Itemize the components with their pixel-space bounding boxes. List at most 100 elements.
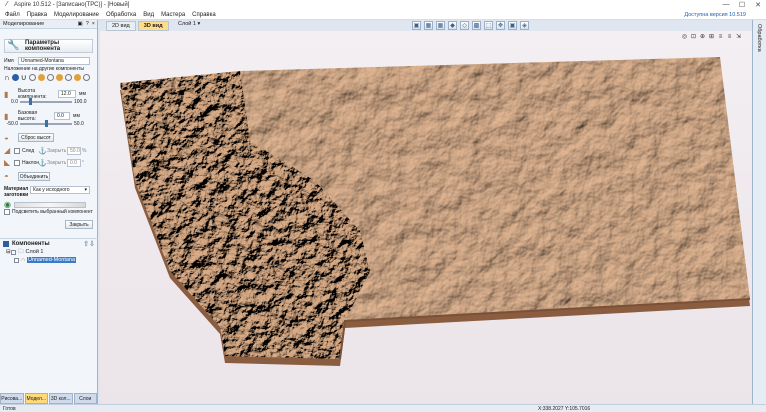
highlight-row: Подсветить выбранный компонент — [4, 209, 93, 215]
tab-layers[interactable]: Слои — [73, 393, 97, 404]
close-button[interactable]: ✕ — [750, 1, 766, 9]
close-panel-icon[interactable]: × — [92, 21, 95, 27]
view-tabs: 2D вид 3D вид — [106, 21, 171, 31]
menu-machining[interactable]: Обработка — [106, 12, 136, 18]
material-row: Материал заготовки Как у исходного ▾ — [4, 186, 93, 198]
height-slider-thumb[interactable] — [29, 98, 32, 105]
base-height-value: 0.0 — [57, 113, 64, 119]
merge-high-icon[interactable] — [37, 74, 45, 81]
maximize-button[interactable]: ☐ — [734, 1, 750, 9]
help-icon[interactable]: ? — [86, 21, 89, 27]
multiply-icon[interactable] — [73, 74, 81, 81]
tilt-checkbox[interactable] — [14, 159, 20, 166]
fade-checkbox[interactable] — [14, 147, 20, 154]
reset-icon: ◒ — [4, 133, 9, 142]
layer-select[interactable]: Слой 1 ▾ — [178, 21, 200, 27]
toolbar-icon-6-icon[interactable]: ▩ — [472, 21, 481, 30]
mode-radio-3-icon[interactable] — [64, 74, 72, 81]
layer-node[interactable]: ⊟ 🗀 Слой 1 — [0, 248, 98, 256]
base-max: 50.0 — [74, 121, 84, 127]
material-swatch[interactable] — [14, 201, 86, 208]
material-select[interactable]: Как у исходного ▾ — [30, 186, 90, 194]
tab-modeling[interactable]: Модел... — [24, 393, 48, 404]
add-mode-icon[interactable]: ∩ — [4, 73, 10, 82]
mode-radio-4-icon[interactable] — [82, 74, 90, 81]
anchor-2-icon[interactable]: ⚓ — [38, 159, 47, 167]
montana-relief-model[interactable] — [100, 31, 752, 403]
name-input[interactable]: Unnamed-Montana — [18, 57, 90, 65]
merge-row: ◓ Объединить — [4, 172, 93, 181]
update-available-link[interactable]: Доступна версия 10.519 — [684, 12, 746, 18]
highlight-checkbox[interactable] — [4, 209, 10, 215]
status-bar: Готов X:338.2027 Y:105.7016 — [0, 404, 766, 412]
mode-radio-2-icon[interactable] — [46, 74, 54, 81]
fade-input[interactable]: 50.0 — [67, 146, 81, 155]
toolbar-icon-2-icon[interactable]: ▦ — [424, 21, 433, 30]
tab-drawing-label: Рисова... — [1, 395, 23, 402]
base-height-input[interactable]: 0.0 — [54, 112, 70, 120]
subtract-mode-icon[interactable]: ∪ — [21, 73, 27, 82]
fade-unit: % — [82, 147, 87, 154]
anchor-icon[interactable]: ⚓ — [38, 147, 47, 155]
toolbar-icon-9-icon[interactable]: ▣ — [508, 21, 517, 30]
toolbar-icon-5-icon[interactable]: ◇ — [460, 21, 469, 30]
title-bar: ⁄ Aspire 10.512 - [Записано(ТРС)] - [Нов… — [0, 0, 766, 10]
reset-row: ◒ Сброс высот — [4, 133, 93, 142]
tab-3d-clipart[interactable]: 3D кол... — [49, 393, 73, 404]
merge-low-icon[interactable] — [55, 74, 63, 81]
base-slider[interactable] — [20, 120, 72, 128]
menu-modeling[interactable]: Моделирование — [54, 12, 99, 18]
toolbar-icon-10-icon[interactable]: ◈ — [520, 21, 529, 30]
height-max: 100.0 — [74, 99, 87, 105]
toolbar-icon-7-icon[interactable]: ⬚ — [484, 21, 493, 30]
menu-wizards[interactable]: Мастера — [161, 12, 185, 18]
tab-drawing[interactable]: Рисова... — [0, 393, 24, 404]
window-controls: — ☐ ✕ — [718, 1, 766, 9]
highlight-label: Подсветить выбранный компонент — [12, 209, 93, 215]
base-slider-thumb[interactable] — [45, 120, 48, 127]
component-node[interactable]: ∩ Unnamed-Montana — [0, 256, 98, 264]
base-height-unit: мм — [73, 113, 80, 119]
menu-help[interactable]: Справка — [192, 12, 216, 18]
menu-edit[interactable]: Правка — [27, 12, 47, 18]
fade-label: След — [22, 147, 35, 154]
component-visibility-checkbox[interactable] — [14, 257, 19, 263]
tilt-lock-label: Закрыть — [47, 159, 67, 166]
layer-visibility-checkbox[interactable] — [11, 249, 16, 255]
fade-lock-label: Закрыть — [47, 147, 67, 154]
tab-3d-view[interactable]: 3D вид — [137, 21, 169, 31]
reset-heights-label: Сброс высот — [21, 134, 51, 141]
height-slider[interactable] — [20, 98, 72, 106]
height-unit: мм — [79, 91, 86, 97]
material-label: Материал заготовки — [4, 186, 29, 198]
tilt-row: ◣ Наклон ⚓ Закрыть 0.0 ° — [4, 158, 93, 167]
toolbar-icon-4-icon[interactable]: ◆ — [448, 21, 457, 30]
menu-file[interactable]: Файл — [5, 12, 20, 18]
tab-2d-view[interactable]: 2D вид — [106, 21, 136, 31]
base-slider-row: -50.0 50.0 — [4, 120, 93, 128]
merge-icon: ◓ — [4, 172, 9, 181]
mode-radio-selected-icon[interactable] — [11, 74, 19, 81]
tilt-input[interactable]: 0.0 — [67, 158, 81, 167]
component-params-header: 🔧 Параметры компонента — [4, 39, 93, 53]
toolbar-icon-3-icon[interactable]: ▦ — [436, 21, 445, 30]
pin-icon[interactable]: ▣ — [78, 21, 83, 27]
reset-heights-button[interactable]: Сброс высот — [18, 133, 54, 142]
mode-radio-icon[interactable] — [28, 74, 36, 81]
merge-button[interactable]: Объединить — [18, 172, 50, 181]
panel-close-button[interactable]: Закрыть — [65, 220, 93, 229]
minimize-button[interactable]: — — [718, 1, 734, 9]
component-params-title: Параметры компонента — [25, 40, 61, 52]
toolbar-icon-1-icon[interactable]: ▣ — [412, 21, 421, 30]
components-section: Компоненты ⇧⇩ ⊟ 🗀 Слой 1 ∩ Unnamed-Monta… — [0, 238, 98, 264]
toolbar-icon-8-icon[interactable]: ✥ — [496, 21, 505, 30]
height-slider-row: 0.0 100.0 — [4, 98, 93, 106]
toolpaths-side-tab[interactable]: Обработка — [752, 20, 766, 404]
height-input[interactable]: 12.0 — [58, 90, 76, 98]
app-icon: ⁄ — [6, 1, 8, 8]
move-arrows-icon[interactable]: ⇧⇩ — [83, 240, 95, 248]
base-min: -50.0 — [6, 121, 18, 127]
layer-folder-icon: 🗀 — [18, 248, 24, 255]
3d-viewport[interactable]: ◎ ⊡ ⊕ ⊞ ≡ ≡ ⇲ — [100, 31, 752, 403]
menu-view[interactable]: Вид — [143, 12, 154, 18]
